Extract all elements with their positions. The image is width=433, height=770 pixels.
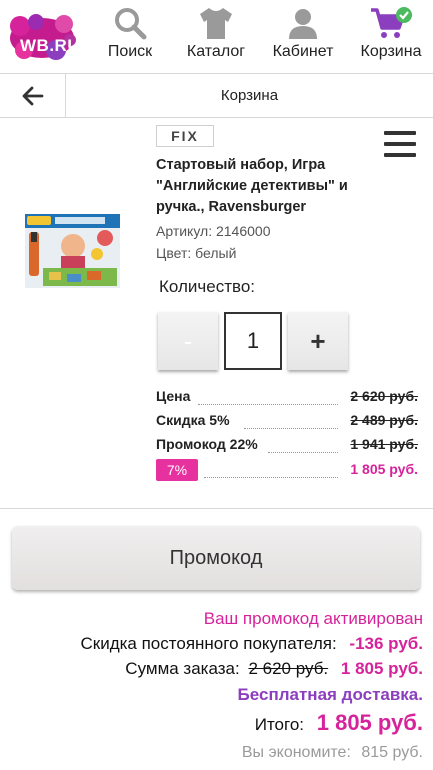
nav-catalog[interactable]: Каталог xyxy=(183,6,249,68)
menu-icon[interactable] xyxy=(384,131,416,159)
loyal-discount-line: Скидка постоянного покупателя: -136 руб. xyxy=(80,634,423,654)
order-sum-label: Сумма заказа: xyxy=(125,659,240,678)
check-badge-icon xyxy=(396,7,412,23)
quantity-decrease-button[interactable]: - xyxy=(158,312,218,370)
leader-dots xyxy=(268,452,338,453)
promo-discount-label: Промокод 22% xyxy=(156,436,262,452)
page-title: Корзина xyxy=(220,87,279,104)
cart-icon xyxy=(371,7,412,38)
free-delivery-text: Бесплатная доставка. xyxy=(237,685,423,704)
quantity-label: Количество: xyxy=(159,277,256,296)
savings-label: Вы экономите: xyxy=(241,744,351,761)
leader-dots xyxy=(204,477,338,478)
arrow-left-icon xyxy=(22,86,43,105)
search-icon xyxy=(115,8,147,40)
brand-badge: FIX xyxy=(156,125,214,147)
promocode-button[interactable]: Промокод xyxy=(12,526,420,590)
total-line: Итого: 1 805 руб. xyxy=(255,710,423,736)
savings-value: 815 руб. xyxy=(361,744,423,761)
top-navigation: WB.RU Поиск Каталог Кабинет Корзина xyxy=(0,0,433,72)
product-article: Артикул: 2146000 xyxy=(156,223,271,239)
nav-cart[interactable]: Корзина xyxy=(358,6,424,68)
savings-line: Вы экономите: 815 руб. xyxy=(242,744,423,762)
loyal-discount-value: -136 руб. xyxy=(349,634,423,653)
final-price-row: 7% 1 805 руб. xyxy=(156,459,418,481)
discount-value: 2 489 руб. xyxy=(346,412,418,428)
price-value: 2 620 руб. xyxy=(346,388,418,404)
nav-search-label: Поиск xyxy=(107,43,153,60)
promo-discount-value: 1 941 руб. xyxy=(346,436,418,452)
promo-activated-text: Ваш промокод активирован xyxy=(203,609,423,628)
product-color: Цвет: белый xyxy=(156,245,237,261)
divider xyxy=(0,508,433,509)
user-icon xyxy=(289,9,317,39)
logo-text: WB.RU xyxy=(20,36,81,55)
discount-label: Скидка 5% xyxy=(156,412,234,428)
leader-dots xyxy=(244,428,338,429)
final-price-value: 1 805 руб. xyxy=(346,461,418,477)
product-title[interactable]: Стартовый набор, Игра "Английские детект… xyxy=(156,155,381,218)
page-header: Корзина xyxy=(0,73,433,118)
back-button[interactable] xyxy=(0,74,66,117)
nav-catalog-label: Каталог xyxy=(186,43,246,60)
quantity-increase-button[interactable]: + xyxy=(288,312,348,370)
wb-logo[interactable]: WB.RU xyxy=(6,10,81,64)
order-sum-old: 2 620 руб. xyxy=(248,659,329,678)
nav-cabinet-label: Кабинет xyxy=(272,43,334,60)
price-row: Цена 2 620 руб. xyxy=(156,388,418,408)
extra-discount-badge: 7% xyxy=(156,459,198,481)
nav-cart-label: Корзина xyxy=(360,43,422,60)
leader-dots xyxy=(198,404,338,405)
discount-row: Скидка 5% 2 489 руб. xyxy=(156,412,418,432)
promo-discount-row: Промокод 22% 1 941 руб. xyxy=(156,436,418,456)
total-label: Итого: xyxy=(254,715,304,734)
product-image[interactable] xyxy=(25,214,120,288)
price-label: Цена xyxy=(156,388,195,404)
tshirt-icon xyxy=(200,8,232,39)
nav-search[interactable]: Поиск xyxy=(104,6,156,68)
loyal-discount-label: Скидка постоянного покупателя: xyxy=(80,634,337,653)
order-sum-new: 1 805 руб. xyxy=(340,659,423,678)
quantity-value[interactable]: 1 xyxy=(224,312,282,370)
total-value: 1 805 руб. xyxy=(316,710,423,735)
nav-cabinet[interactable]: Кабинет xyxy=(270,6,336,68)
order-sum-line: Сумма заказа: 2 620 руб. 1 805 руб. xyxy=(125,659,423,679)
